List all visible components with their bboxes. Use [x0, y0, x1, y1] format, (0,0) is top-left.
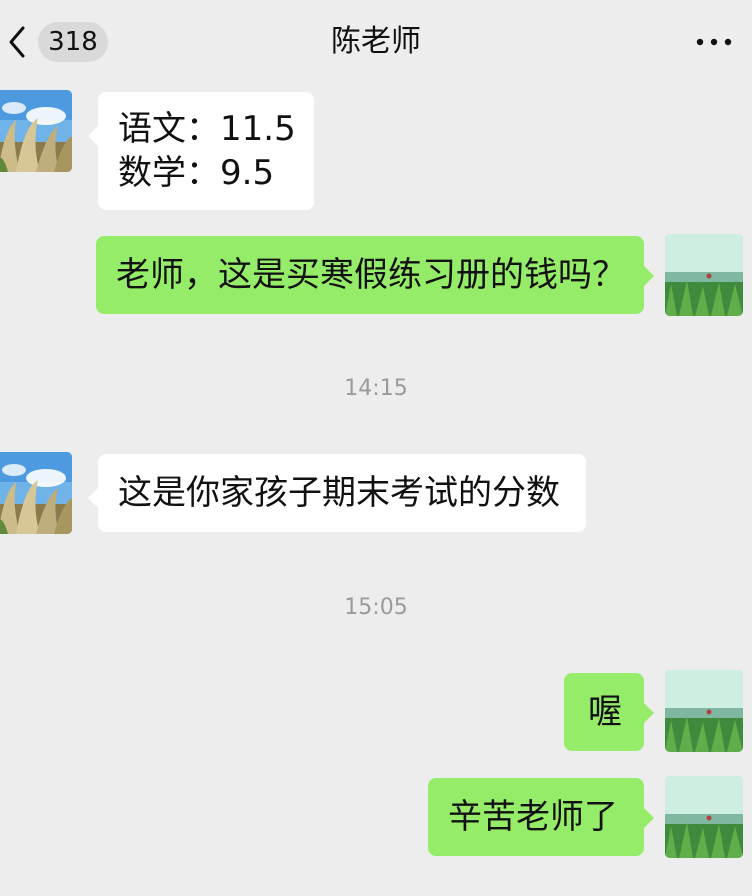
message-text: 喔: [588, 692, 622, 732]
my-avatar[interactable]: [665, 670, 743, 752]
chat-title: 陈老师: [331, 24, 421, 59]
teacher-avatar[interactable]: [0, 90, 72, 172]
message-line: 语文：11.5: [118, 109, 296, 149]
message-line: 数学：9.5: [118, 153, 275, 193]
message-text: 辛苦老师了: [448, 797, 618, 837]
incoming-message-bubble[interactable]: 这是你家孩子期末考试的分数: [88, 454, 586, 532]
more-button[interactable]: [694, 24, 734, 64]
message-text: 这是你家孩子期末考试的分数: [118, 473, 560, 513]
my-avatar[interactable]: [665, 776, 743, 858]
outgoing-message-bubble[interactable]: 喔: [564, 673, 654, 751]
incoming-message-bubble[interactable]: 语文：11.5 数学：9.5: [88, 92, 314, 210]
more-dots-icon: [696, 38, 732, 46]
message-timestamp: 14:15: [344, 376, 408, 401]
outgoing-message-bubble[interactable]: 辛苦老师了: [428, 778, 654, 856]
teacher-avatar[interactable]: [0, 452, 72, 534]
message-timestamp: 15:05: [344, 595, 408, 620]
outgoing-message-bubble[interactable]: 老师，这是买寒假练习册的钱吗？: [96, 236, 654, 314]
chat-header: 318 陈老师: [0, 0, 752, 84]
my-avatar[interactable]: [665, 234, 743, 316]
message-text: 老师，这是买寒假练习册的钱吗？: [116, 255, 626, 295]
